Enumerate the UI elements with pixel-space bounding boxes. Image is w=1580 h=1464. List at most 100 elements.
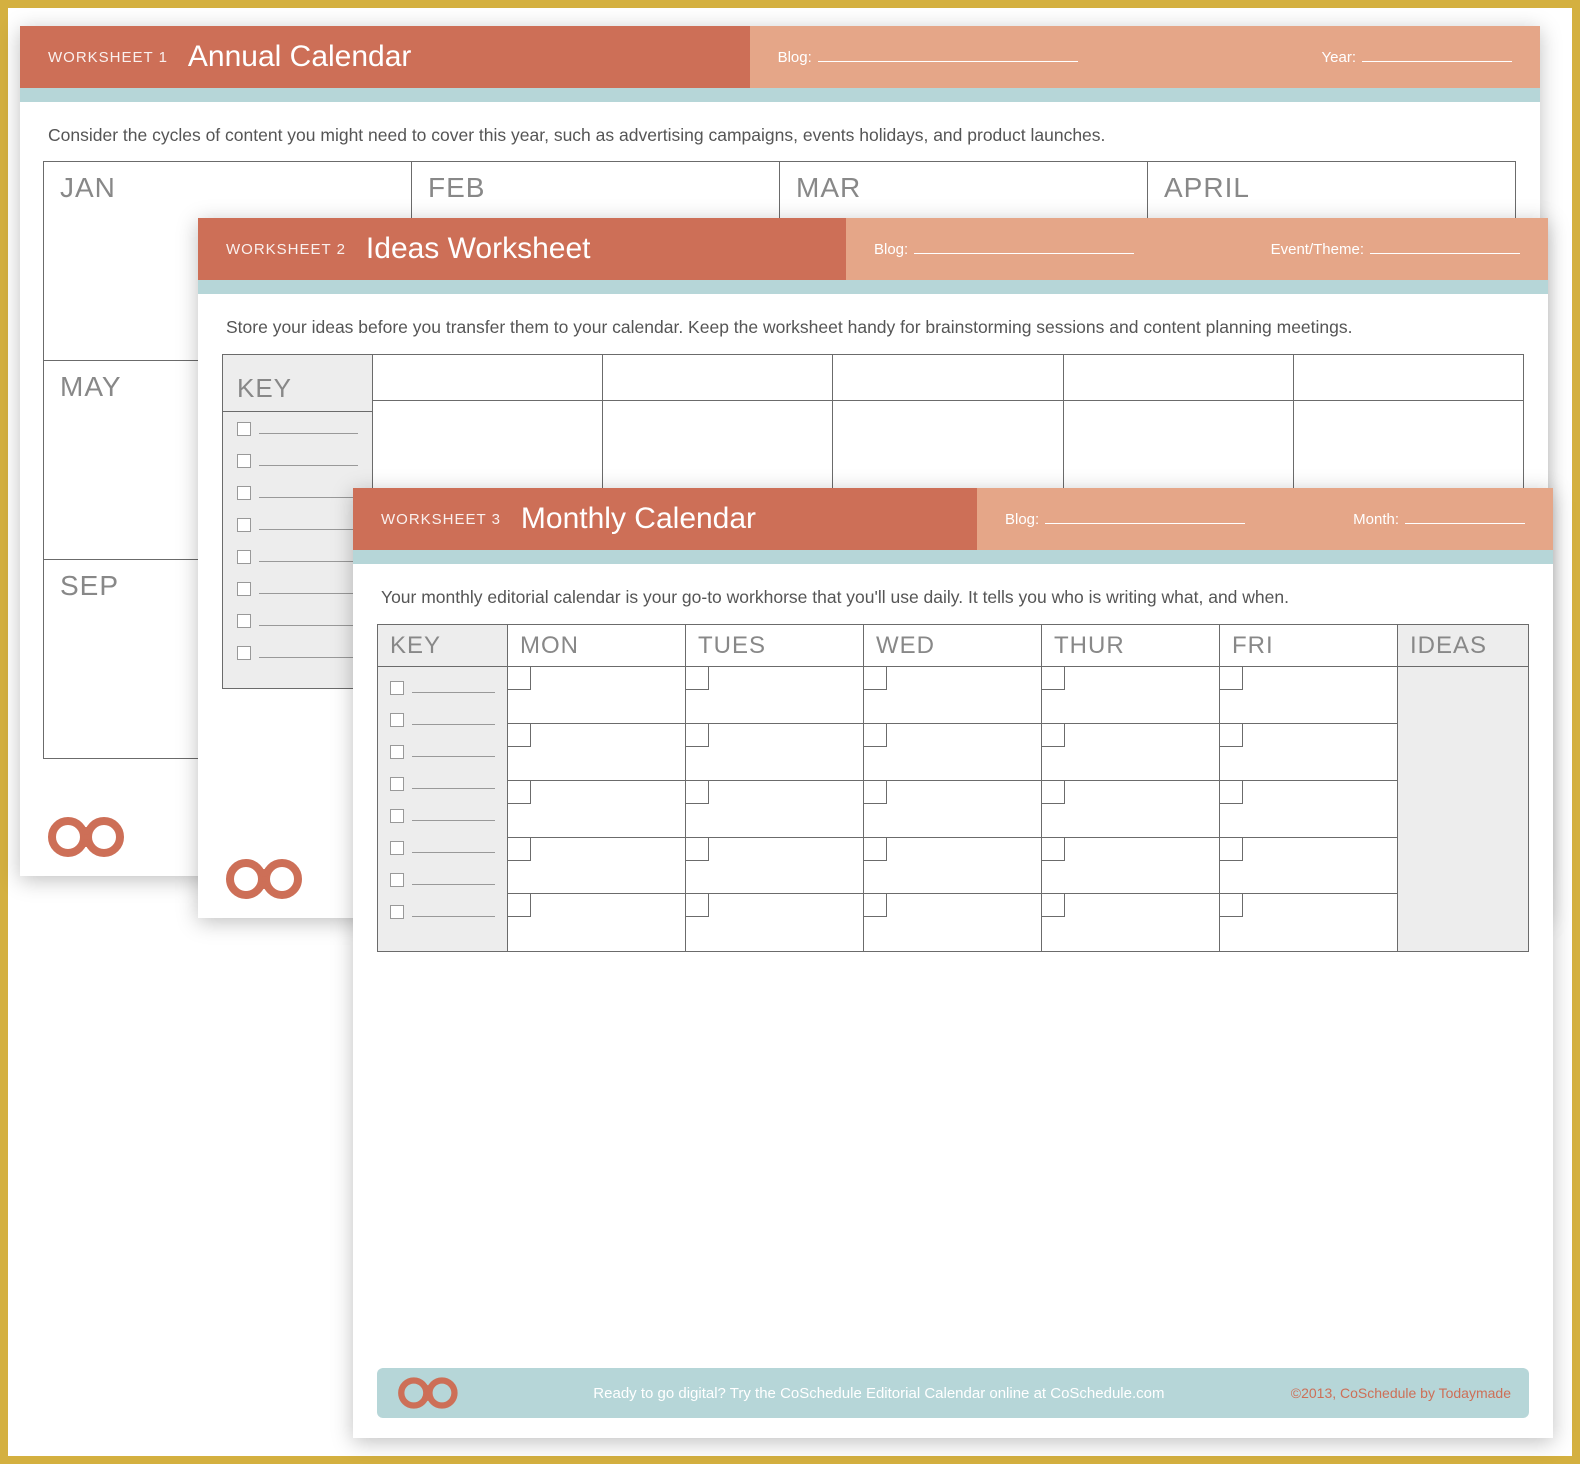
key-item bbox=[237, 646, 358, 660]
day-cell bbox=[1042, 667, 1220, 724]
key-item bbox=[237, 422, 358, 436]
year-label: Year: bbox=[1322, 49, 1356, 66]
year-field: Year: bbox=[1322, 48, 1512, 66]
banner-title-area: WORKSHEET 1 Annual Calendar bbox=[20, 26, 750, 88]
key-column: KEY bbox=[378, 625, 508, 951]
day-cell bbox=[864, 894, 1042, 951]
footer-bar: Ready to go digital? Try the CoSchedule … bbox=[377, 1368, 1529, 1418]
blog-label: Blog: bbox=[1005, 511, 1039, 528]
stripe bbox=[20, 88, 1540, 102]
day-cell bbox=[508, 781, 686, 838]
instructions: Consider the cycles of content you might… bbox=[20, 102, 1540, 162]
banner-title-area: WORKSHEET 3 Monthly Calendar bbox=[353, 488, 977, 550]
day-cell bbox=[864, 781, 1042, 838]
key-item bbox=[390, 713, 495, 727]
day-cell bbox=[508, 894, 686, 951]
ideas-column: IDEAS bbox=[1398, 625, 1528, 951]
day-cell bbox=[686, 667, 864, 724]
month-line bbox=[1405, 510, 1525, 524]
banner-fields: Blog: Year: bbox=[750, 26, 1540, 88]
worksheet-title: Ideas Worksheet bbox=[366, 232, 591, 266]
day-cell bbox=[1220, 781, 1398, 838]
event-label: Event/Theme: bbox=[1271, 241, 1364, 258]
key-header: KEY bbox=[378, 625, 507, 667]
banner: WORKSHEET 1 Annual Calendar Blog: Year: bbox=[20, 26, 1540, 88]
blog-label: Blog: bbox=[874, 241, 908, 258]
key-item bbox=[237, 518, 358, 532]
worksheet-title: Monthly Calendar bbox=[521, 502, 756, 536]
blog-field: Blog: bbox=[874, 240, 1134, 258]
monthly-grid: KEY MON TUES WED THUR FRI bbox=[377, 624, 1529, 952]
day-cell bbox=[1220, 894, 1398, 951]
coschedule-logo-icon bbox=[395, 1375, 467, 1411]
worksheet-number: WORKSHEET 2 bbox=[226, 241, 346, 258]
blog-field: Blog: bbox=[778, 48, 1078, 66]
key-item bbox=[390, 745, 495, 759]
key-column: KEY bbox=[223, 355, 373, 688]
key-item bbox=[390, 841, 495, 855]
banner-title-area: WORKSHEET 2 Ideas Worksheet bbox=[198, 218, 846, 280]
weekday-header-row: MON TUES WED THUR FRI bbox=[508, 625, 1398, 667]
day-cell bbox=[1042, 781, 1220, 838]
day-cell bbox=[1042, 838, 1220, 895]
day-cell bbox=[864, 838, 1042, 895]
day-cell bbox=[686, 724, 864, 781]
key-item bbox=[237, 550, 358, 564]
key-item bbox=[237, 454, 358, 468]
month-field: Month: bbox=[1353, 510, 1525, 528]
key-item bbox=[390, 777, 495, 791]
ideas-header: IDEAS bbox=[1398, 625, 1528, 667]
key-item bbox=[390, 809, 495, 823]
day-cell bbox=[508, 838, 686, 895]
key-item bbox=[390, 681, 495, 695]
day-cell bbox=[1042, 894, 1220, 951]
weekday-header: MON bbox=[508, 625, 686, 667]
month-body bbox=[508, 667, 1398, 951]
weekday-header: TUES bbox=[686, 625, 864, 667]
footer-logo bbox=[44, 812, 194, 862]
event-field: Event/Theme: bbox=[1271, 240, 1520, 258]
blog-line bbox=[914, 240, 1134, 254]
key-item bbox=[237, 614, 358, 628]
stripe bbox=[353, 550, 1553, 564]
key-header: KEY bbox=[237, 365, 358, 411]
year-line bbox=[1362, 48, 1512, 62]
coschedule-logo-icon bbox=[222, 857, 314, 901]
day-cell bbox=[864, 724, 1042, 781]
weekday-header: THUR bbox=[1042, 625, 1220, 667]
day-cell bbox=[1042, 724, 1220, 781]
footer-copyright: ©2013, CoSchedule by Todaymade bbox=[1291, 1385, 1511, 1401]
worksheet-number: WORKSHEET 3 bbox=[381, 511, 501, 528]
banner: WORKSHEET 3 Monthly Calendar Blog: Month… bbox=[353, 488, 1553, 550]
day-cell bbox=[508, 667, 686, 724]
key-item bbox=[390, 873, 495, 887]
worksheet-monthly: WORKSHEET 3 Monthly Calendar Blog: Month… bbox=[353, 488, 1553, 1438]
blog-field: Blog: bbox=[1005, 510, 1245, 528]
instructions: Your monthly editorial calendar is your … bbox=[353, 564, 1553, 624]
banner: WORKSHEET 2 Ideas Worksheet Blog: Event/… bbox=[198, 218, 1548, 280]
day-cell bbox=[508, 724, 686, 781]
footer-logo bbox=[222, 854, 372, 904]
weekday-header: WED bbox=[864, 625, 1042, 667]
stripe bbox=[198, 280, 1548, 294]
day-cell bbox=[1220, 724, 1398, 781]
key-item bbox=[237, 582, 358, 596]
key-item bbox=[390, 905, 495, 919]
worksheet-title: Annual Calendar bbox=[188, 40, 412, 74]
event-line bbox=[1370, 240, 1520, 254]
blog-line bbox=[818, 48, 1078, 62]
day-cell bbox=[1220, 838, 1398, 895]
banner-fields: Blog: Month: bbox=[977, 488, 1553, 550]
weekday-header: FRI bbox=[1220, 625, 1398, 667]
day-cell bbox=[686, 838, 864, 895]
day-cell bbox=[686, 894, 864, 951]
blog-label: Blog: bbox=[778, 49, 812, 66]
day-cell bbox=[686, 781, 864, 838]
instructions: Store your ideas before you transfer the… bbox=[198, 294, 1548, 354]
key-item bbox=[237, 486, 358, 500]
worksheet-number: WORKSHEET 1 bbox=[48, 49, 168, 66]
month-label: Month: bbox=[1353, 511, 1399, 528]
blog-line bbox=[1045, 510, 1245, 524]
day-cell bbox=[864, 667, 1042, 724]
banner-fields: Blog: Event/Theme: bbox=[846, 218, 1548, 280]
